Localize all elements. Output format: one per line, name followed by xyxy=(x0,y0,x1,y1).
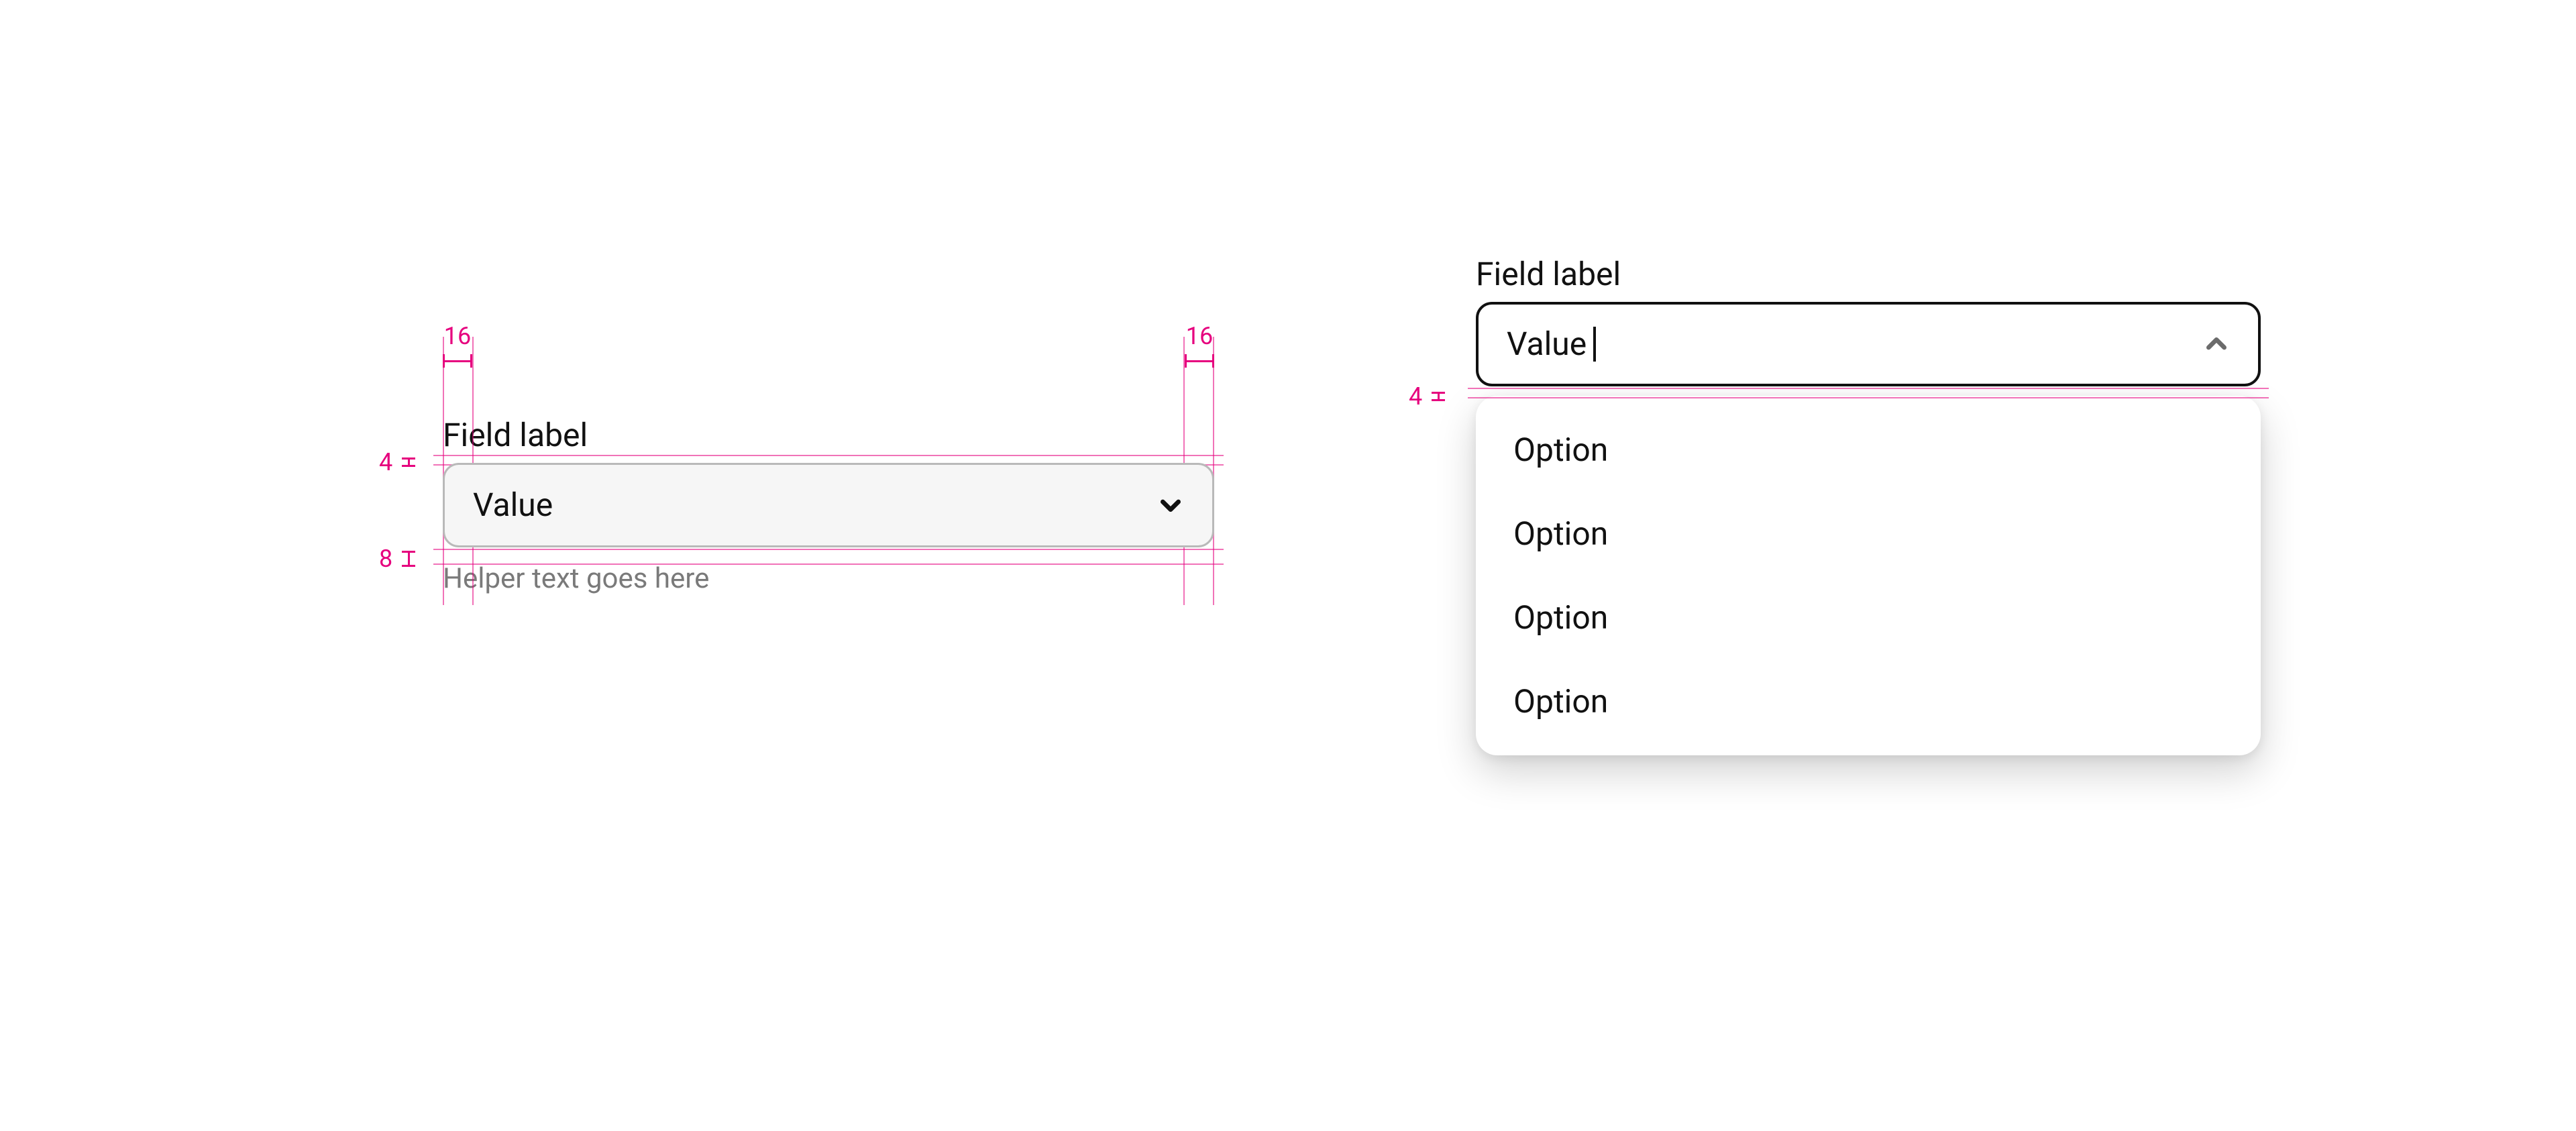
redline-h-bracket xyxy=(443,354,472,368)
redline-value: 8 xyxy=(379,545,392,573)
chevron-down-icon xyxy=(1157,492,1184,519)
redline-v-bracket xyxy=(402,551,415,567)
redline-guide xyxy=(1468,397,2269,398)
redline-guide xyxy=(433,455,1224,456)
redline-padding-right: 16 xyxy=(1185,322,1214,368)
dropdown-field-focused[interactable]: Value xyxy=(1476,302,2261,386)
redline-value: 4 xyxy=(379,448,392,476)
redline-v-bracket xyxy=(402,457,415,467)
redline-gap-field-helper: 8 xyxy=(379,545,415,573)
redline-gap-label-field: 4 xyxy=(379,448,415,476)
dropdown-option[interactable]: Option xyxy=(1476,492,2261,576)
dropdown-option[interactable]: Option xyxy=(1476,408,2261,492)
redline-guide xyxy=(433,549,1224,550)
redline-value: 4 xyxy=(1409,382,1422,411)
dropdown-option[interactable]: Option xyxy=(1476,576,2261,659)
dropdown-option[interactable]: Option xyxy=(1476,659,2261,743)
dropdown-field[interactable]: Value xyxy=(443,463,1214,547)
field-label: Field label xyxy=(443,416,1214,455)
helper-text: Helper text goes here xyxy=(443,562,1214,595)
redline-guide xyxy=(433,563,1224,565)
field-label: Field label xyxy=(1476,255,2261,294)
redline-value: 16 xyxy=(1185,322,1214,350)
redline-v-bracket xyxy=(1432,392,1445,401)
redline-padding-left: 16 xyxy=(443,322,472,368)
dropdown-closed-spec: 16 16 Field label 4 Value 8 xyxy=(443,416,1214,595)
dropdown-menu: Option Option Option Option xyxy=(1476,396,2261,755)
redline-gap-field-menu: 4 xyxy=(1409,382,1445,411)
chevron-up-icon xyxy=(2203,331,2230,358)
dropdown-open-spec: Field label Value 4 Option Option Option… xyxy=(1476,255,2261,755)
text-cursor-icon xyxy=(1593,327,1596,362)
redline-h-bracket xyxy=(1185,354,1214,368)
redline-guide xyxy=(1468,388,2269,389)
dropdown-value: Value xyxy=(473,486,553,524)
dropdown-value: Value xyxy=(1507,325,1587,363)
redline-guide xyxy=(1213,337,1214,605)
redline-value: 16 xyxy=(443,322,472,350)
